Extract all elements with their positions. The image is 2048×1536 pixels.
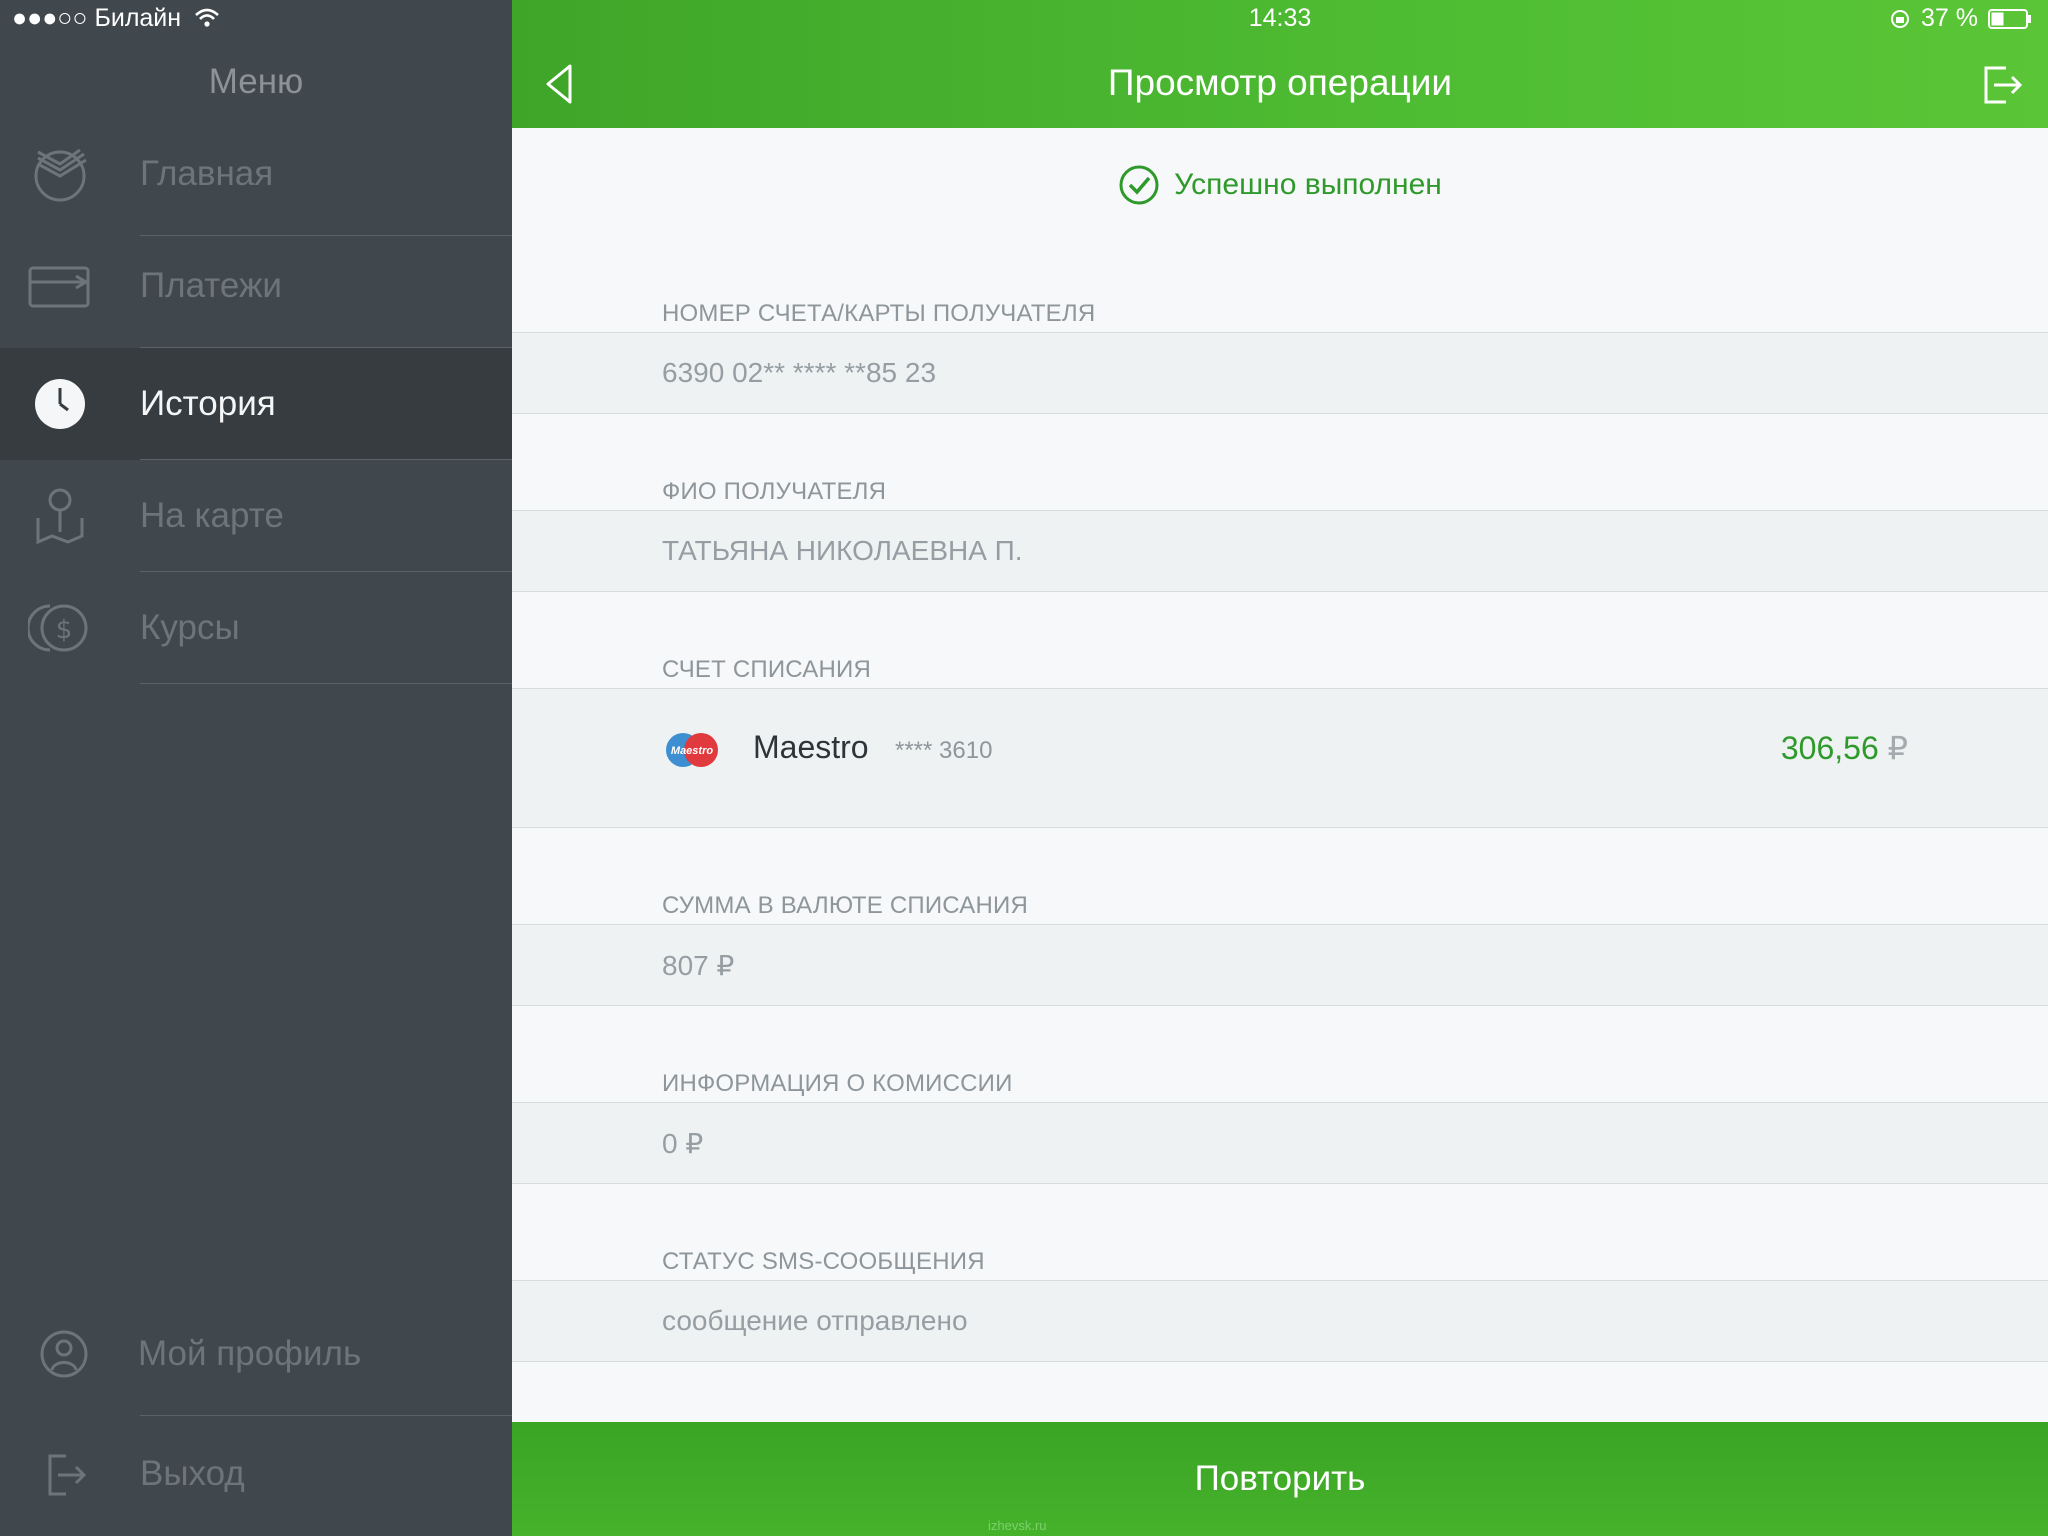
card-balance-amount: 306,56: [1780, 730, 1879, 766]
field-value: 6390 02** **** **85 23: [662, 357, 937, 388]
field-label-sms-status: СТАТУС SMS-СООБЩЕНИЯ: [662, 1248, 985, 1275]
sidebar-item-label: Выход: [140, 1454, 245, 1493]
rotation-lock-icon: [1891, 9, 1910, 28]
carrier-label: ●●●○○ Билайн: [12, 4, 182, 32]
field-value: ТАТЬЯНА НИКОЛАЕВНА П.: [662, 535, 1023, 566]
field-label-recipient-account: НОМЕР СЧЕТА/КАРТЫ ПОЛУЧАТЕЛЯ: [662, 300, 1096, 327]
maestro-logo-text: Maestro: [671, 745, 713, 757]
sidebar-item-history[interactable]: История: [0, 348, 512, 460]
field-label-commission: ИНФОРМАЦИЯ О КОМИССИИ: [662, 1070, 1013, 1097]
card-balance: 306,56 ₽: [1781, 729, 1908, 767]
sidebar-item-label: Курсы: [140, 608, 240, 647]
sberbank-logo-icon: [34, 148, 87, 202]
sidebar-item-payments[interactable]: Платежи: [0, 230, 512, 342]
clock-icon: [35, 379, 85, 429]
page-title: Просмотр операции: [1107, 62, 1453, 103]
field-value: 807 ₽: [662, 950, 735, 981]
field-debit-account[interactable]: Maestro Maestro **** 3610 306,56 ₽: [512, 688, 2048, 828]
field-amount: 807 ₽: [512, 924, 2048, 1006]
sidebar-divider: [140, 1415, 512, 1416]
field-label-amount: СУММА В ВАЛЮТЕ СПИСАНИЯ: [662, 892, 1029, 919]
exit-icon[interactable]: [1980, 62, 2024, 106]
card-balance-currency: ₽: [1887, 730, 1908, 766]
battery-icon: [1988, 8, 2031, 29]
sidebar-item-rates[interactable]: $ Курсы: [0, 572, 512, 684]
sidebar-item-label: Главная: [140, 154, 274, 193]
field-value: сообщение отправлено: [662, 1305, 968, 1336]
map-pin-icon: [36, 488, 84, 545]
sidebar-item-home[interactable]: Главная: [0, 118, 512, 230]
svg-text:$: $: [56, 615, 73, 645]
battery-percent: 37 %: [1921, 4, 1978, 32]
status-time: 14:33: [1248, 4, 1312, 32]
repeat-button[interactable]: Повторить: [512, 1422, 2048, 1536]
sidebar-item-label: История: [140, 384, 276, 423]
sidebar-item-profile[interactable]: Мой профиль: [0, 1298, 512, 1410]
operation-view: Просмотр операции Успешно выполнен НОМЕР…: [512, 0, 2048, 1536]
maestro-logo-icon: Maestro: [666, 733, 718, 767]
field-value: 0 ₽: [662, 1128, 704, 1159]
sidebar: Меню Главная Платежи История На карте $ …: [0, 0, 512, 1536]
card-name: Maestro: [753, 729, 869, 765]
operation-status: Успешно выполнен: [512, 160, 2048, 210]
field-label-debit-account: СЧЕТ СПИСАНИЯ: [662, 656, 872, 683]
sidebar-item-label: На карте: [140, 496, 284, 535]
field-sms-status: сообщение отправлено: [512, 1280, 2048, 1362]
logout-icon: [48, 1454, 87, 1496]
check-circle-icon: [1119, 165, 1159, 205]
field-recipient-account: 6390 02** **** **85 23: [512, 332, 2048, 414]
profile-icon: [40, 1330, 88, 1378]
currency-icon: $: [28, 604, 88, 652]
wifi-icon: [195, 8, 219, 27]
sidebar-title: Меню: [208, 62, 304, 101]
sidebar-divider: [140, 683, 512, 684]
field-recipient-name: ТАТЬЯНА НИКОЛАЕВНА П.: [512, 510, 2048, 592]
sidebar-item-map[interactable]: На карте: [0, 460, 512, 572]
status-right: 37 %: [1889, 4, 2032, 33]
sidebar-item-label: Платежи: [140, 266, 282, 305]
card-transfer-icon: [28, 266, 90, 308]
field-label-recipient-name: ФИО ПОЛУЧАТЕЛЯ: [662, 478, 887, 505]
watermark: izhevsk.ru: [988, 1518, 1047, 1533]
sidebar-item-logout[interactable]: Выход: [0, 1418, 512, 1530]
status-carrier: ●●●○○ Билайн: [12, 4, 220, 33]
field-commission: 0 ₽: [512, 1102, 2048, 1184]
card-mask: **** 3610: [895, 737, 993, 764]
status-text: Успешно выполнен: [1174, 168, 1442, 201]
sidebar-item-label: Мой профиль: [138, 1334, 362, 1373]
